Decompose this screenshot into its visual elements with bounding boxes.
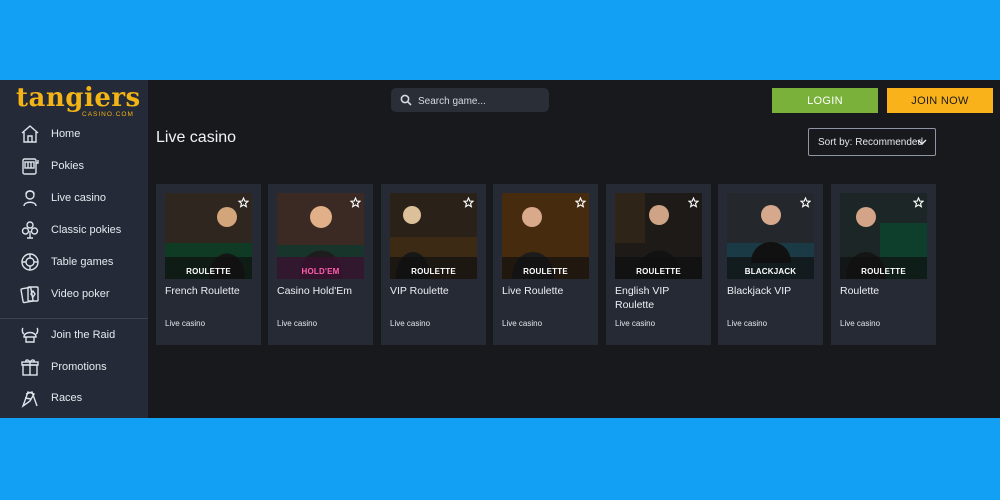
join-now-button[interactable]: JOIN NOW (887, 88, 993, 113)
sidebar-item-classic-pokies[interactable]: Classic pokies (0, 215, 148, 245)
sidebar: tangiers CASINO.COM Home Pokies Live cas… (0, 80, 148, 418)
game-badge: HOLD'EM (301, 267, 340, 276)
viking-helmet-icon (19, 324, 41, 346)
sidebar-item-label: Home (51, 128, 81, 140)
game-title[interactable]: Casino Hold'Em (277, 284, 367, 298)
checkered-flags-icon (19, 387, 41, 409)
favorite-star-icon[interactable] (574, 195, 587, 208)
sidebar-item-label: Table games (51, 256, 114, 268)
sidebar-item-table-games[interactable]: Table games (0, 247, 148, 277)
chevron-down-icon (917, 139, 927, 145)
gift-icon (19, 356, 41, 378)
brand-name: tangiers (16, 83, 141, 113)
game-card[interactable]: ROULETTE English VIP Roulette Live casin… (606, 184, 711, 345)
game-thumbnail[interactable]: BLACKJACK (727, 193, 814, 279)
sidebar-divider (0, 318, 148, 319)
login-button[interactable]: LOGIN (772, 88, 878, 113)
game-title[interactable]: VIP Roulette (390, 284, 480, 298)
sidebar-item-label: Classic pokies (51, 224, 122, 236)
brand-subtitle: CASINO.COM (82, 111, 134, 118)
sidebar-item-pokies[interactable]: Pokies (0, 151, 148, 181)
game-badge: ROULETTE (411, 267, 456, 276)
game-badge: ROULETTE (523, 267, 568, 276)
sidebar-item-races[interactable]: Races (0, 383, 148, 413)
game-badge: ROULETTE (186, 267, 231, 276)
game-title[interactable]: Live Roulette (502, 284, 592, 298)
live-dealer-icon (19, 187, 41, 209)
game-card[interactable]: BLACKJACK Blackjack VIP Live casino (718, 184, 823, 345)
sort-label: Sort by: Recommended (818, 136, 924, 148)
game-card[interactable]: ROULETTE Live Roulette Live casino (493, 184, 598, 345)
game-thumbnail[interactable]: ROULETTE (390, 193, 477, 279)
search-box[interactable] (391, 88, 549, 112)
game-title[interactable]: French Roulette (165, 284, 255, 298)
poker-chip-icon (19, 251, 41, 273)
game-title[interactable]: Blackjack VIP (727, 284, 817, 298)
search-icon (400, 94, 412, 106)
game-category: Live casino (615, 319, 656, 328)
home-icon (19, 123, 41, 145)
favorite-star-icon[interactable] (912, 195, 925, 208)
slot-machine-icon (19, 155, 41, 177)
sidebar-item-label: Video poker (51, 288, 110, 300)
game-badge: ROULETTE (636, 267, 681, 276)
game-card[interactable]: ROULETTE French Roulette Live casino (156, 184, 261, 345)
brand-logo[interactable]: tangiers CASINO.COM (16, 84, 140, 120)
sidebar-item-label: Pokies (51, 160, 85, 172)
video-poker-icon (19, 283, 41, 305)
game-thumbnail[interactable]: ROULETTE (840, 193, 927, 279)
sidebar-item-video-poker[interactable]: Video poker (0, 279, 148, 309)
game-thumbnail[interactable]: HOLD'EM (277, 193, 364, 279)
sort-dropdown[interactable]: Sort by: Recommended (808, 128, 936, 156)
search-input[interactable] (416, 91, 545, 111)
game-thumbnail[interactable]: ROULETTE (502, 193, 589, 279)
cards-icon (19, 219, 41, 241)
game-badge: ROULETTE (861, 267, 906, 276)
sidebar-item-join-the-raid[interactable]: Join the Raid (0, 320, 148, 350)
sidebar-item-label: Races (51, 392, 83, 404)
game-category: Live casino (502, 319, 543, 328)
game-category: Live casino (727, 319, 768, 328)
favorite-star-icon[interactable] (687, 195, 700, 208)
favorite-star-icon[interactable] (237, 195, 250, 208)
app-window: tangiers CASINO.COM Home Pokies Live cas… (0, 80, 1000, 418)
game-card[interactable]: ROULETTE Roulette Live casino (831, 184, 936, 345)
page-title: Live casino (156, 129, 237, 146)
game-thumbnail[interactable]: ROULETTE (615, 193, 702, 279)
game-category: Live casino (390, 319, 431, 328)
game-category: Live casino (165, 319, 206, 328)
game-category: Live casino (840, 319, 881, 328)
sidebar-item-label: Promotions (51, 361, 107, 373)
sidebar-item-label: Live casino (51, 192, 107, 204)
favorite-star-icon[interactable] (799, 195, 812, 208)
favorite-star-icon[interactable] (349, 195, 362, 208)
favorite-star-icon[interactable] (462, 195, 475, 208)
game-card[interactable]: ROULETTE VIP Roulette Live casino (381, 184, 486, 345)
sidebar-item-live-casino[interactable]: Live casino (0, 183, 148, 213)
game-thumbnail[interactable]: ROULETTE (165, 193, 252, 279)
game-badge: BLACKJACK (744, 267, 797, 276)
game-title[interactable]: English VIP Roulette (615, 284, 705, 312)
game-title[interactable]: Roulette (840, 284, 930, 298)
sidebar-item-promotions[interactable]: Promotions (0, 352, 148, 382)
game-card[interactable]: HOLD'EM Casino Hold'Em Live casino (268, 184, 373, 345)
sidebar-item-label: Join the Raid (51, 329, 116, 341)
game-category: Live casino (277, 319, 318, 328)
sidebar-item-home[interactable]: Home (0, 119, 148, 149)
